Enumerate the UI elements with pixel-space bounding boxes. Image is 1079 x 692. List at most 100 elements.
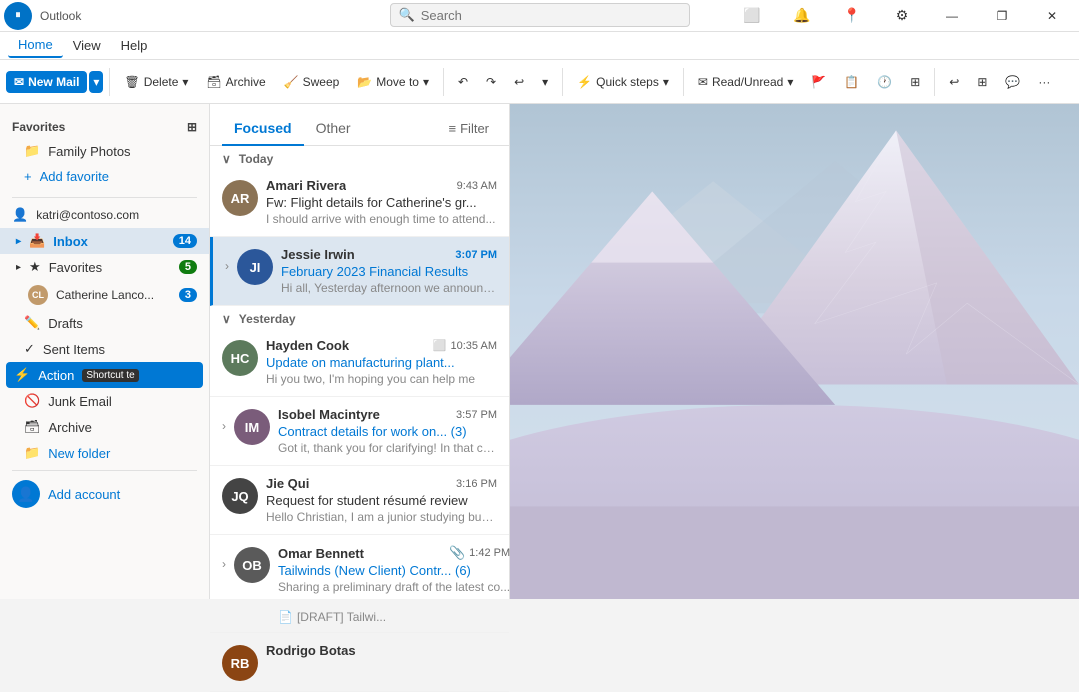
email-header-6: Rodrigo Botas (266, 643, 497, 658)
undo-btn2[interactable]: ↩ (941, 71, 967, 93)
sidebar-item-junk[interactable]: 🚫 Junk Email (0, 388, 209, 414)
read-unread-button[interactable]: ✉ Read/Unread (690, 71, 801, 93)
search-bar[interactable]: 🔍 (390, 3, 690, 27)
separator-5 (934, 68, 935, 96)
filter-button[interactable]: ≡ Filter (441, 117, 497, 140)
quicksteps-dropdown-icon (663, 75, 669, 89)
read-icon: ✉ (698, 75, 708, 89)
sweep-button[interactable]: 🧹 Sweep (276, 71, 348, 93)
inbox-icon: 📥 (29, 233, 45, 249)
email-item-1[interactable]: › JI Jessie Irwin 3:07 PM February 2023 … (210, 237, 509, 306)
junk-icon: 🚫 (24, 393, 40, 409)
email-subject-2: Update on manufacturing plant... (266, 355, 497, 370)
search-input[interactable] (421, 8, 681, 23)
email-item-5[interactable]: › OB Omar Bennett 📎 1:42 PM Tailwinds (N… (210, 535, 509, 633)
maximize-button[interactable]: ❐ (979, 0, 1025, 32)
delete-icon: 🗑 (124, 75, 139, 89)
sidebar-item-action[interactable]: ⚡ Action Shortcut te (6, 362, 203, 388)
rules-button[interactable]: 📋 (836, 71, 867, 93)
add-favorite-icon: + (24, 169, 32, 184)
chat-button[interactable]: 💬 (997, 71, 1028, 93)
sweep-icon: 🧹 (284, 75, 299, 89)
catherine-badge: 3 (179, 288, 197, 302)
clock-button[interactable]: 🕐 (869, 71, 900, 93)
menu-help[interactable]: Help (111, 34, 158, 57)
email-tabs: Focused Other ≡ Filter (210, 104, 509, 146)
sidebar-item-catherine[interactable]: CL Catherine Lanco... 3 (0, 280, 209, 310)
toolbar-icon-2[interactable]: 🔔 (779, 0, 825, 32)
email-preview-1: Hi all, Yesterday afternoon we announced… (281, 281, 497, 295)
inbox-badge: 14 (173, 234, 197, 248)
collapse-icon: ∨ (222, 152, 231, 166)
menu-bar: Home View Help (0, 32, 1079, 60)
email-preview-5: Sharing a preliminary draft of the lates… (278, 580, 510, 594)
menu-view[interactable]: View (63, 34, 111, 57)
email-header-1: Jessie Irwin 3:07 PM (281, 247, 497, 262)
account-header[interactable]: 👤 katri@contoso.com (0, 202, 209, 228)
tab-other[interactable]: Other (304, 112, 363, 146)
favorites-badge: 5 (179, 260, 197, 274)
minimize-button[interactable]: — (929, 0, 975, 32)
email-header-0: Amari Rivera 9:43 AM (266, 178, 497, 193)
email-item-3[interactable]: › IM Isobel Macintyre 3:57 PM Contract d… (210, 397, 509, 466)
sidebar-divider-1 (12, 197, 197, 198)
undo-button[interactable]: ↶ (450, 71, 476, 93)
email-preview-3: Got it, thank you for clarifying! In tha… (278, 441, 497, 455)
date-header-today: ∨ Today (210, 146, 509, 168)
grid-button[interactable]: ⊞ (969, 71, 995, 93)
archive-button[interactable]: 🗃 Archive (198, 71, 273, 93)
email-preview-4: Hello Christian, I am a junior studying … (266, 510, 497, 524)
app-logo: ⏸ (4, 2, 32, 30)
email-time-0: 9:43 AM (457, 180, 497, 192)
drafts-icon: ✏️ (24, 315, 40, 331)
toolbar-icon-settings[interactable]: ⚙ (879, 0, 925, 32)
draft-item-5[interactable]: 📄 [DRAFT] Tailwi... (210, 608, 398, 632)
sidebar-item-family-photos[interactable]: 📁 Family Photos (0, 138, 209, 164)
favorites-header[interactable]: Favorites ⊞ (0, 116, 209, 138)
email-time-2: 10:35 AM (451, 340, 497, 352)
move-to-button[interactable]: 📂 Move to (349, 71, 437, 93)
expand-arrow-1: › (225, 259, 229, 273)
delete-button[interactable]: 🗑 Delete (116, 71, 196, 93)
sidebar-item-drafts[interactable]: ✏️ Drafts (0, 310, 209, 336)
add-account-btn[interactable]: 👤 Add account (0, 475, 209, 513)
main-layout: Favorites ⊞ 📁 Family Photos + Add favori… (0, 104, 1079, 599)
email-item-4[interactable]: JQ Jie Qui 3:16 PM Request for student r… (210, 466, 509, 535)
chevron-icon-2: ▸ (16, 262, 21, 273)
email-item-6[interactable]: RB Rodrigo Botas (210, 633, 509, 692)
quick-steps-button[interactable]: ⚡ Quick steps (569, 71, 677, 93)
reading-pane (510, 104, 1079, 599)
email-subject-4: Request for student résumé review (266, 493, 497, 508)
close-button[interactable]: ✕ (1029, 0, 1075, 32)
new-mail-button[interactable]: ✉ New Mail (6, 71, 87, 93)
view-button[interactable]: ⊞ (902, 71, 928, 93)
tab-focused[interactable]: Focused (222, 112, 304, 146)
toolbar-icon-3[interactable]: 📍 (829, 0, 875, 32)
sidebar-item-inbox[interactable]: ▸ 📥 Inbox 14 (0, 228, 209, 254)
sidebar: Favorites ⊞ 📁 Family Photos + Add favori… (0, 104, 210, 599)
mountain-svg (510, 104, 1079, 599)
email-item-2[interactable]: HC Hayden Cook ⬜ 10:35 AM Update on manu… (210, 328, 509, 397)
date-header-yesterday: ∨ Yesterday (210, 306, 509, 328)
sidebar-item-favorites[interactable]: ▸ ★ Favorites 5 (0, 254, 209, 280)
sidebar-item-add-favorite[interactable]: + Add favorite (0, 164, 209, 189)
more-button[interactable]: ··· (1030, 71, 1058, 93)
reply-button[interactable]: ↩ (506, 71, 532, 93)
email-avatar-4: JQ (222, 478, 258, 514)
flag-button[interactable]: 🚩 (803, 71, 834, 93)
new-mail-dropdown[interactable] (89, 71, 103, 93)
separator-4 (683, 68, 684, 96)
sidebar-divider-2 (12, 470, 197, 471)
menu-home[interactable]: Home (8, 33, 63, 58)
email-item-0[interactable]: AR Amari Rivera 9:43 AM Fw: Flight detai… (210, 168, 509, 237)
sidebar-item-archive[interactable]: 🗃 Archive (0, 414, 209, 440)
forward-button[interactable]: ↷ (478, 71, 504, 93)
action-icon: ⚡ (14, 367, 30, 383)
email-subject-1: February 2023 Financial Results (281, 264, 497, 279)
sidebar-item-new-folder[interactable]: 📁 New folder (0, 440, 209, 466)
reply-dropdown[interactable] (534, 71, 556, 93)
sidebar-item-sent[interactable]: ✓ Sent Items (0, 336, 209, 362)
move-dropdown-icon (423, 75, 429, 89)
toolbar-icon-1[interactable]: ⬜ (729, 0, 775, 32)
email-content-2: Hayden Cook ⬜ 10:35 AM Update on manufac… (266, 338, 497, 386)
